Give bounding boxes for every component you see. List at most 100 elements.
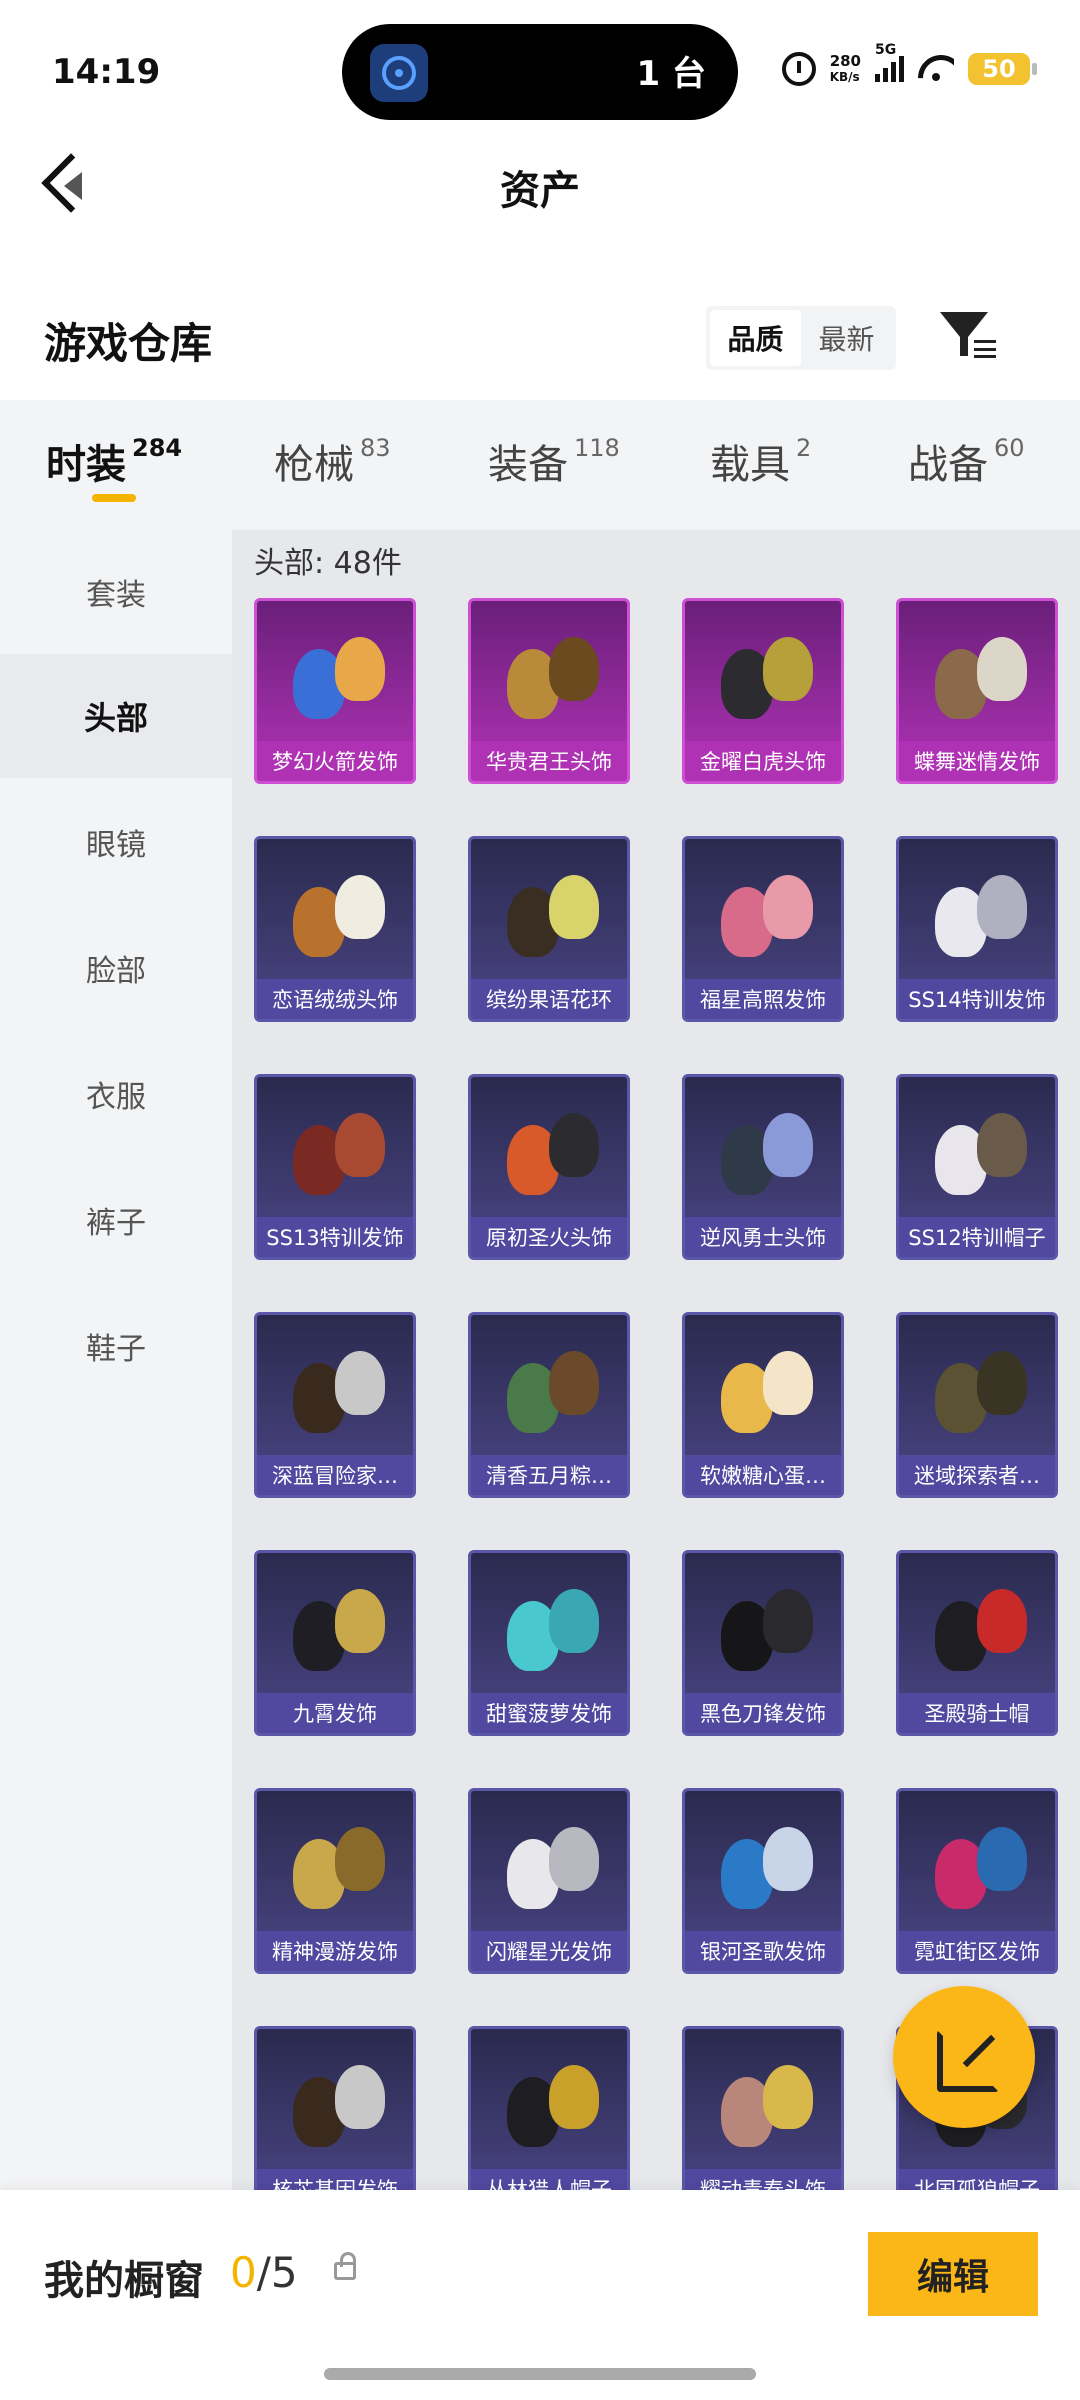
tab-war-gear[interactable]: 战备 60 <box>908 432 1025 490</box>
item-name: 恋语绒绒头饰 <box>257 979 413 1019</box>
alarm-icon <box>781 52 816 86</box>
showcase-bar: 我的橱窗 0/5 编辑 <box>0 2190 1080 2400</box>
item-thumbnail <box>283 2055 393 2165</box>
item-name: 华贵君王头饰 <box>471 741 627 781</box>
active-tab-indicator <box>92 494 136 502</box>
wifi-icon <box>918 55 954 83</box>
item-card[interactable]: 甜蜜菠萝发饰 <box>468 1550 630 1736</box>
sort-quality[interactable]: 品质 <box>710 310 801 366</box>
item-card[interactable]: 闪耀星光发饰 <box>468 1788 630 1974</box>
item-thumbnail <box>925 1103 1035 1213</box>
share-icon[interactable] <box>893 1986 1035 2128</box>
item-thumbnail <box>711 2055 821 2165</box>
edit-button[interactable]: 编辑 <box>868 2232 1038 2316</box>
item-card[interactable]: 黑色刀锋发饰 <box>682 1550 844 1736</box>
item-card[interactable]: 原初圣火头饰 <box>468 1074 630 1260</box>
filter-icon[interactable] <box>940 312 998 364</box>
status-time: 14:19 <box>52 52 161 92</box>
item-name: 黑色刀锋发饰 <box>685 1693 841 1733</box>
sort-toggle: 品质 最新 <box>706 306 896 370</box>
item-card[interactable]: 精神漫游发饰 <box>254 1788 416 1974</box>
status-bar: 14:19 1 台 280 KB/s 5G 50 <box>0 0 1080 140</box>
item-name: 逆风勇士头饰 <box>685 1217 841 1257</box>
item-card[interactable]: SS12特训帽子 <box>896 1074 1058 1260</box>
item-name: SS14特训发饰 <box>899 979 1055 1019</box>
tab-equipment[interactable]: 装备 118 <box>488 432 620 490</box>
item-name: 蝶舞迷情发饰 <box>899 741 1055 781</box>
side-item-suits[interactable]: 套装 <box>0 530 232 654</box>
item-name: 迷域探索者… <box>899 1455 1055 1495</box>
item-card[interactable]: 迷域探索者… <box>896 1312 1058 1498</box>
item-card[interactable]: 霓虹街区发饰 <box>896 1788 1058 1974</box>
item-card[interactable]: 深蓝冒险家… <box>254 1312 416 1498</box>
item-card[interactable]: 耀动青春头饰 <box>682 2026 844 2190</box>
side-item-pants[interactable]: 裤子 <box>0 1158 232 1282</box>
system-indicators: 280 KB/s 5G 50 <box>781 42 1037 86</box>
signal-icon: 5G <box>875 42 904 82</box>
item-thumbnail <box>925 1341 1035 1451</box>
side-item-head[interactable]: 头部 <box>0 654 232 778</box>
item-card[interactable]: 软嫩糖心蛋… <box>682 1312 844 1498</box>
grid-count-label: 头部: 48件 <box>254 546 402 581</box>
item-card[interactable]: 华贵君王头饰 <box>468 598 630 784</box>
item-grid: 头部: 48件 梦幻火箭发饰 华贵君王头饰 金曜白虎头饰 蝶舞迷情发饰恋语绒绒头饰 缤纷… <box>232 530 1080 2190</box>
showcase-max: 5 <box>270 2248 298 2297</box>
item-name: 丛林猎人帽子 <box>471 2169 627 2190</box>
item-card[interactable]: 金曜白虎头饰 <box>682 598 844 784</box>
tab-guns[interactable]: 枪械 83 <box>274 432 391 490</box>
page-title: 资产 <box>500 168 580 214</box>
item-card[interactable]: 银河圣歌发饰 <box>682 1788 844 1974</box>
item-name: 精神漫游发饰 <box>257 1931 413 1971</box>
tab-fashion[interactable]: 时装 284 <box>46 432 182 490</box>
showcase-label: 我的橱窗 <box>44 2258 204 2304</box>
item-card[interactable]: SS14特训发饰 <box>896 836 1058 1022</box>
item-name: 北国孤狼帽子 <box>899 2169 1055 2190</box>
item-thumbnail <box>497 2055 607 2165</box>
sort-newest[interactable]: 最新 <box>801 310 892 366</box>
side-item-shoes[interactable]: 鞋子 <box>0 1284 232 1408</box>
side-nav: 套装 头部 眼镜 脸部 衣服 裤子 鞋子 <box>0 530 232 2190</box>
item-card[interactable]: 恋语绒绒头饰 <box>254 836 416 1022</box>
tab-label: 载具 <box>710 442 790 488</box>
side-item-face[interactable]: 脸部 <box>0 906 232 1030</box>
side-item-clothes[interactable]: 衣服 <box>0 1032 232 1156</box>
item-name: 闪耀星光发饰 <box>471 1931 627 1971</box>
item-card[interactable]: 清香五月粽… <box>468 1312 630 1498</box>
item-name: 软嫩糖心蛋… <box>685 1455 841 1495</box>
item-thumbnail <box>283 1103 393 1213</box>
showcase-separator: / <box>256 2248 271 2297</box>
tab-count: 118 <box>574 434 620 462</box>
item-thumbnail <box>711 1341 821 1451</box>
item-card[interactable]: 丛林猎人帽子 <box>468 2026 630 2190</box>
item-thumbnail <box>497 1817 607 1927</box>
item-card[interactable]: 缤纷果语花环 <box>468 836 630 1022</box>
net-speed-unit: KB/s <box>829 70 860 84</box>
item-card[interactable]: 圣殿骑士帽 <box>896 1550 1058 1736</box>
item-card[interactable]: 九霄发饰 <box>254 1550 416 1736</box>
item-card[interactable]: 核芯基因发饰 <box>254 2026 416 2190</box>
network-type: 5G <box>875 42 897 58</box>
item-card[interactable]: 逆风勇士头饰 <box>682 1074 844 1260</box>
item-thumbnail <box>497 1579 607 1689</box>
dynamic-island[interactable]: 1 台 <box>342 24 738 120</box>
lock-icon <box>334 2252 356 2280</box>
item-name: 核芯基因发饰 <box>257 2169 413 2190</box>
item-card[interactable]: 福星高照发饰 <box>682 836 844 1022</box>
tab-count: 83 <box>360 434 391 462</box>
item-name: 福星高照发饰 <box>685 979 841 1019</box>
item-card[interactable]: SS13特训发饰 <box>254 1074 416 1260</box>
category-tabs: 时装 284 枪械 83 装备 118 载具 2 战备 60 <box>0 400 1080 530</box>
item-thumbnail <box>925 1817 1035 1927</box>
item-thumbnail <box>711 1817 821 1927</box>
tab-label: 装备 <box>488 442 568 488</box>
side-item-glasses[interactable]: 眼镜 <box>0 780 232 904</box>
home-indicator[interactable] <box>324 2368 756 2380</box>
item-thumbnail <box>497 1103 607 1213</box>
item-thumbnail <box>497 1341 607 1451</box>
item-card[interactable]: 梦幻火箭发饰 <box>254 598 416 784</box>
item-thumbnail <box>711 865 821 975</box>
item-thumbnail <box>711 627 821 737</box>
item-card[interactable]: 蝶舞迷情发饰 <box>896 598 1058 784</box>
item-thumbnail <box>497 865 607 975</box>
tab-vehicles[interactable]: 载具 2 <box>710 432 811 490</box>
